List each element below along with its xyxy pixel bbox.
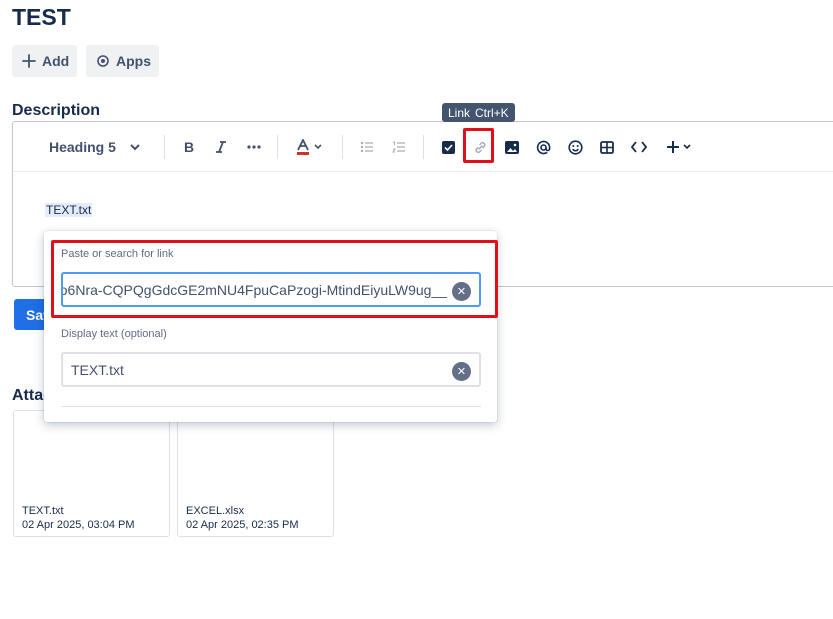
attachment-date: 02 Apr 2025, 02:35 PM (186, 519, 299, 531)
popup-divider (61, 406, 481, 407)
url-field-highlight (51, 240, 498, 318)
apps-button-label: Apps (116, 53, 151, 69)
numbered-list-icon[interactable] (389, 135, 409, 159)
editor-content-text[interactable]: TEXT.txt (45, 203, 93, 217)
description-label: Description (12, 102, 101, 119)
bullet-list-icon[interactable] (357, 135, 377, 159)
attachment-date: 02 Apr 2025, 03:04 PM (22, 519, 135, 531)
display-text-label: Display text (optional) (61, 328, 167, 340)
add-button-label: Add (42, 53, 70, 69)
display-text-input[interactable]: TEXT.txt ✕ (61, 352, 481, 387)
tooltip-label: Link (448, 105, 471, 120)
display-text-value: TEXT.txt (71, 361, 124, 378)
link-tooltip: Link Ctrl+K (442, 103, 515, 122)
more-formatting-icon[interactable] (243, 135, 265, 159)
insert-plus-icon[interactable] (663, 135, 693, 159)
italic-icon[interactable] (211, 135, 231, 159)
code-icon[interactable] (628, 135, 650, 159)
image-icon[interactable] (501, 135, 523, 159)
bold-icon[interactable]: B (179, 135, 199, 159)
mention-icon[interactable] (532, 135, 554, 159)
table-icon[interactable] (596, 135, 618, 159)
attachment-name: EXCEL.xlsx (186, 505, 245, 517)
toolbar-divider (164, 135, 165, 159)
attachment-card[interactable]: TEXT.txt 02 Apr 2025, 03:04 PM (13, 410, 170, 537)
attachment-card[interactable]: EXCEL.xlsx 02 Apr 2025, 02:35 PM (177, 410, 334, 537)
text-color-icon[interactable] (293, 135, 325, 159)
toolbar-divider (423, 135, 424, 159)
link-button-highlight (463, 128, 494, 163)
add-button[interactable]: Add (12, 45, 77, 77)
emoji-icon[interactable] (564, 135, 586, 159)
toolbar-divider (342, 135, 343, 159)
chevron-down-icon (130, 143, 140, 151)
clear-display-text-icon[interactable]: ✕ (452, 362, 471, 381)
plus-icon (22, 54, 36, 68)
apps-button[interactable]: Apps (86, 45, 159, 77)
svg-text:B: B (184, 140, 194, 154)
apps-icon (96, 54, 110, 68)
checkbox-icon[interactable] (437, 135, 459, 159)
page-title: TEST (12, 4, 71, 30)
attachment-name: TEXT.txt (22, 505, 64, 517)
text-style-dropdown[interactable]: Heading 5 (49, 135, 140, 159)
toolbar-divider (277, 135, 278, 159)
editor-toolbar: Heading 5 B (13, 122, 833, 172)
text-style-label: Heading 5 (49, 139, 116, 155)
tooltip-shortcut: Ctrl+K (475, 105, 509, 120)
